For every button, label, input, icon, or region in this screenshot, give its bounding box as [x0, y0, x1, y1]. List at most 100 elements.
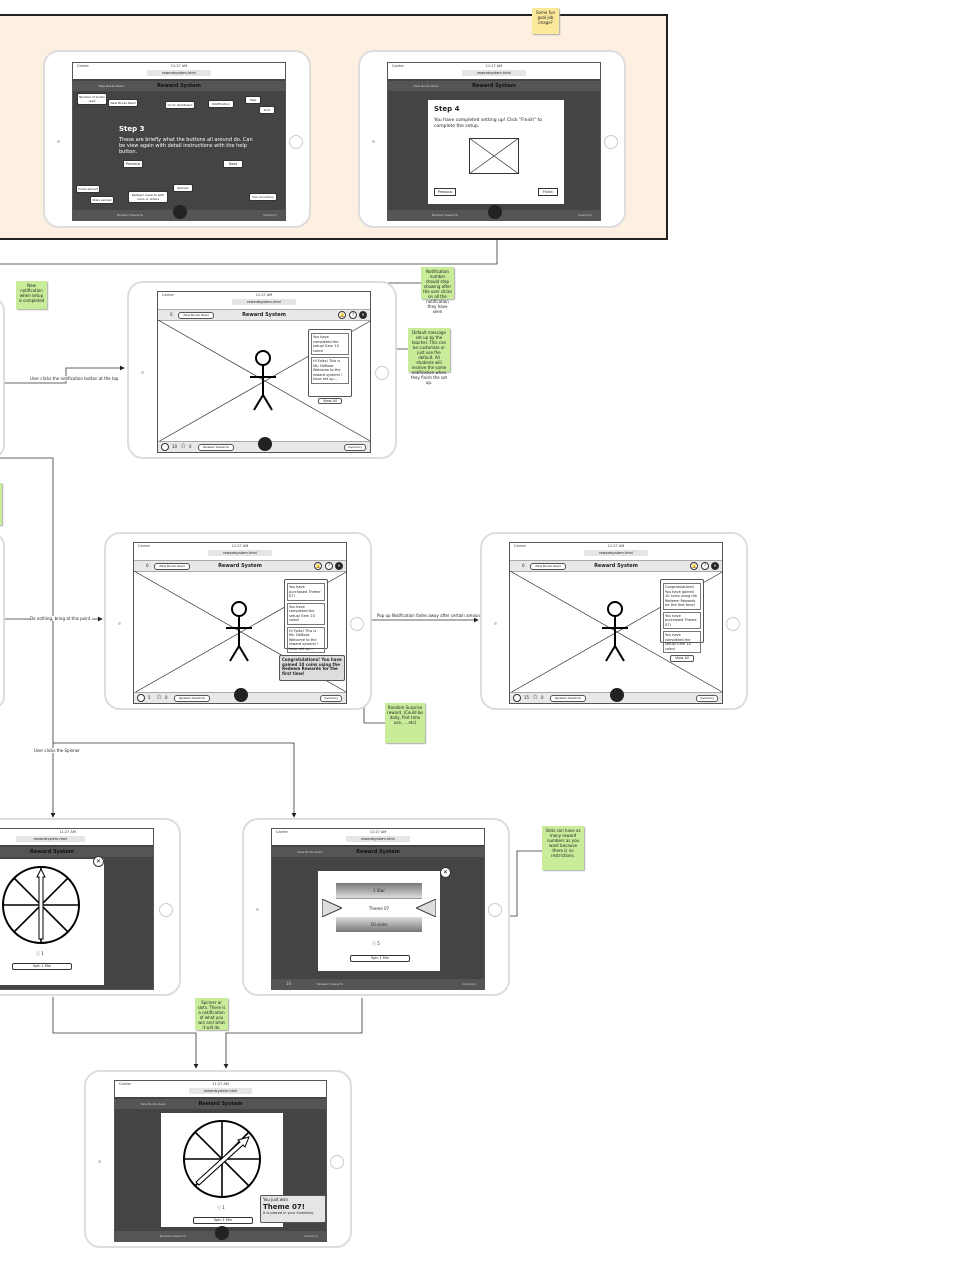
close-icon[interactable]: ✕: [93, 856, 104, 867]
notification-item[interactable]: You have purchased Theme 07!: [663, 611, 701, 629]
next-button[interactable]: Next: [223, 160, 243, 168]
home-button: [604, 135, 618, 149]
ipad-notification-congrats: Carrier 11:27 AM rewardsystem.html 0 New …: [104, 532, 372, 710]
app-title: Reward System: [30, 849, 74, 855]
inventory-button[interactable]: Inventory: [696, 695, 718, 702]
win-notification: You just won Theme 07! It is placed in y…: [260, 1195, 326, 1223]
spinner-wheel[interactable]: [0, 863, 84, 947]
ipad-spinner: 11:27 AM rewardsystem.html Reward System…: [0, 818, 181, 996]
notification-item[interactable]: You have completed the setup! Earn 10 co…: [287, 602, 325, 625]
url-bar[interactable]: rewardsystem.html: [346, 836, 410, 842]
inventory-button[interactable]: Inventory: [458, 981, 480, 988]
redeem-rewards-button[interactable]: Redeem Rewards: [174, 695, 210, 702]
ipad-notification-open: Carrier 11:27 AM rewardsystem.html 0 New …: [127, 281, 397, 459]
callout-number-books: Number of books read: [77, 93, 107, 105]
previous-button[interactable]: Previous: [434, 188, 456, 196]
app-toolbar: New Books Read Reward System: [73, 80, 285, 92]
help-icon[interactable]: ?: [325, 562, 333, 570]
coin-count: 15: [524, 695, 530, 700]
status-bar: Carrier 11:27 AM: [388, 63, 600, 69]
url-bar[interactable]: rewardsystem.html: [208, 550, 272, 556]
inventory-button[interactable]: Inventory: [574, 212, 596, 219]
redeem-rewards-button[interactable]: Redeem Rewards: [550, 695, 586, 702]
url-bar[interactable]: rewardsystem.html: [16, 836, 85, 842]
notification-bell-icon[interactable]: 🔔: [690, 562, 698, 570]
url-bar[interactable]: rewardsystem.html: [232, 299, 296, 305]
spin-cost: ⓘ 1: [36, 951, 44, 957]
carrier: Carrier: [392, 64, 404, 68]
app-title: Reward System: [472, 83, 516, 89]
inventory-button[interactable]: Inventory: [259, 212, 281, 219]
ipad-slots: Carrier 11:27 AM rewardsystem.html New Bo…: [242, 818, 510, 996]
notification-item[interactable]: Hi Folks! This is Ms. DeRose. Welcome to…: [311, 357, 349, 384]
note-notif-stop: Notification number should stop showing …: [421, 267, 454, 314]
spinner-icon[interactable]: [610, 688, 624, 702]
carrier: Carrier: [138, 544, 150, 548]
coin-icon: [161, 443, 169, 451]
url-bar[interactable]: rewardsystem.html: [147, 70, 211, 76]
notification-item[interactable]: You have completed the setup! Earn 10 co…: [311, 333, 349, 355]
notification-item[interactable]: Congratulations! You have gained 10 coin…: [663, 583, 701, 610]
redeem-rewards-button[interactable]: Redeem Rewards: [155, 1233, 191, 1240]
spin-cost-value: 1: [41, 951, 44, 956]
help-icon[interactable]: ?: [349, 311, 357, 319]
close-icon[interactable]: ✕: [440, 867, 451, 878]
note-default-message: Default message set up by the teacher. T…: [408, 328, 450, 385]
url-bar[interactable]: rewardsystem.html: [584, 550, 648, 556]
spinner-icon[interactable]: [173, 205, 187, 219]
view-all-button[interactable]: View All: [317, 397, 343, 404]
app-toolbar: Reward System: [0, 846, 153, 858]
slot-top: 1 Star: [336, 883, 422, 898]
step4-modal: Step 4 You have completed setting up! Cl…: [428, 100, 564, 204]
close-icon[interactable]: ✕: [711, 562, 719, 570]
notification-bell-icon[interactable]: 🔔: [338, 311, 346, 319]
status-bar: 11:27 AM: [0, 829, 153, 835]
ipad-step4: Carrier 11:27 AM rewardsystem.html New Bo…: [358, 50, 626, 228]
inventory-button[interactable]: Inventory: [300, 1233, 322, 1240]
spinner-icon[interactable]: [488, 205, 502, 219]
notification-bell-icon[interactable]: 🔔: [314, 562, 322, 570]
note-new-notification: New notification when setup is completed: [16, 281, 47, 309]
close-icon[interactable]: ✕: [359, 311, 367, 319]
coin-count: 10: [286, 981, 292, 986]
spinner-wheel: [183, 1120, 261, 1198]
url-bar[interactable]: rewardsystem.html: [462, 70, 526, 76]
app-title: Reward System: [198, 1101, 243, 1107]
slot-pointer-right-icon: [416, 899, 436, 917]
finish-button[interactable]: Finish: [538, 188, 558, 196]
step3-body: These are briefly what the buttons all a…: [119, 137, 253, 155]
help-icon[interactable]: ?: [701, 562, 709, 570]
ipad-step3: Carrier 11:27 AM rewardsystem.html New Bo…: [43, 50, 311, 228]
url-bar[interactable]: rewardsystem.html: [188, 1088, 253, 1094]
callout-exit: Exit: [259, 106, 275, 114]
spinner-icon[interactable]: [258, 437, 272, 451]
close-icon[interactable]: ✕: [335, 562, 343, 570]
notification-item[interactable]: You have completed the setup! Earn 10 co…: [663, 631, 701, 653]
spinner-icon[interactable]: [234, 688, 248, 702]
status-bar: Carrier 11:27 AM: [73, 63, 285, 69]
spinner-icon[interactable]: [215, 1226, 229, 1240]
inventory-button[interactable]: Inventory: [344, 444, 366, 451]
edge-clicks-spinner: User clicks the Spinner: [34, 748, 80, 753]
camera: [118, 622, 121, 625]
coin-icon: [137, 694, 145, 702]
note-random-surprise: Random Surprise reward. (Could be daily,…: [385, 703, 425, 743]
spin-button[interactable]: Spin 1 Min: [12, 963, 72, 970]
notification-item[interactable]: You have purchased Theme 07!: [287, 583, 325, 601]
redeem-rewards-button[interactable]: Redeem Rewards: [426, 212, 464, 219]
star-icon: ☆: [156, 693, 163, 701]
inventory-button[interactable]: Inventory: [320, 695, 342, 702]
notification-item[interactable]: Hi Folks! This is Ms. DeRose. Welcome to…: [287, 626, 325, 653]
status-bar: Carrier 11:27 AM: [134, 543, 346, 549]
redeem-rewards-button[interactable]: Redeem Rewards: [312, 981, 348, 988]
redeem-rewards-button[interactable]: Redeem Rewards: [111, 212, 149, 219]
previous-button[interactable]: Previous: [123, 160, 143, 168]
callout-spinner: Spinner: [173, 184, 193, 192]
clock: 11:27 AM: [607, 544, 625, 548]
status-bar: Carrier 11:27 AM: [115, 1081, 326, 1087]
view-all-button[interactable]: View All: [669, 655, 695, 662]
clock: 11:27 AM: [212, 1082, 229, 1086]
spin-button[interactable]: Spin 1 Min: [193, 1217, 253, 1224]
spin-button[interactable]: Spin 1 Min: [350, 955, 410, 962]
redeem-rewards-button[interactable]: Redeem Rewards: [198, 444, 234, 451]
